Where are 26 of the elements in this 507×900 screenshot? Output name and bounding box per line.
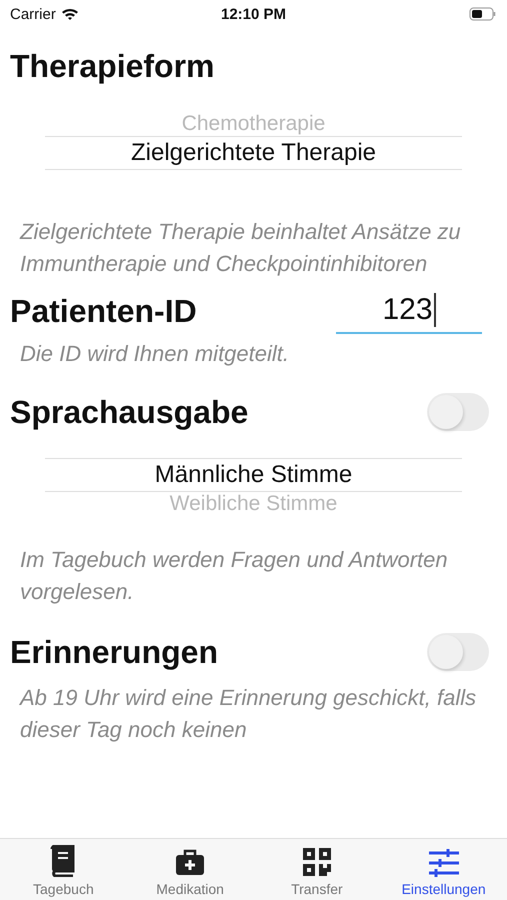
sliders-icon <box>428 849 460 877</box>
speech-toggle[interactable] <box>427 393 489 431</box>
speech-description: Im Tagebuch werden Fragen und Antworten vorgelesen. <box>19 546 449 606</box>
voice-picker[interactable]: Männliche Stimme Weibliche Stimme <box>45 458 462 516</box>
medical-kit-icon <box>175 847 206 877</box>
tab-item[interactable]: Transfer <box>254 839 380 900</box>
tab-item[interactable]: Medikation <box>126 839 254 900</box>
section-title: Therapieform <box>10 47 216 86</box>
picker-option[interactable]: Männliche Stimme <box>45 458 462 492</box>
reminders-description: Ab 19 Uhr wird eine Erinnerung geschickt, falls dieser Tag noch keinen <box>18 684 478 744</box>
section-title: Sprachausgabe <box>10 393 248 432</box>
section-title: Erinnerungen <box>10 633 218 672</box>
qr-code-icon <box>302 847 332 877</box>
therapy-picker[interactable]: Chemotherapie Zielgerichtete Therapie <box>45 112 462 170</box>
clock-time: 12:10 PM <box>220 6 286 22</box>
patient-id-field[interactable]: 123 <box>336 288 482 334</box>
picker-option[interactable]: Zielgerichtete Therapie <box>45 136 462 170</box>
therapy-description: Zielgerichtete Therapie beinhaltet Ansätze zu Immuntherapie und Checkpointinhibitoren <box>18 218 462 278</box>
carrier-name: Carrier <box>10 6 56 22</box>
patient-id-hint: Die ID wird Ihnen mitgeteilt. <box>19 340 290 368</box>
patient-id-label: Patienten-ID <box>10 292 197 331</box>
tab-item[interactable]: Tagebuch <box>0 839 127 900</box>
wifi-icon <box>60 7 79 21</box>
tab-item[interactable]: Einstellungen <box>380 839 507 900</box>
battery-icon <box>469 7 497 21</box>
reminders-toggle[interactable] <box>427 633 489 671</box>
